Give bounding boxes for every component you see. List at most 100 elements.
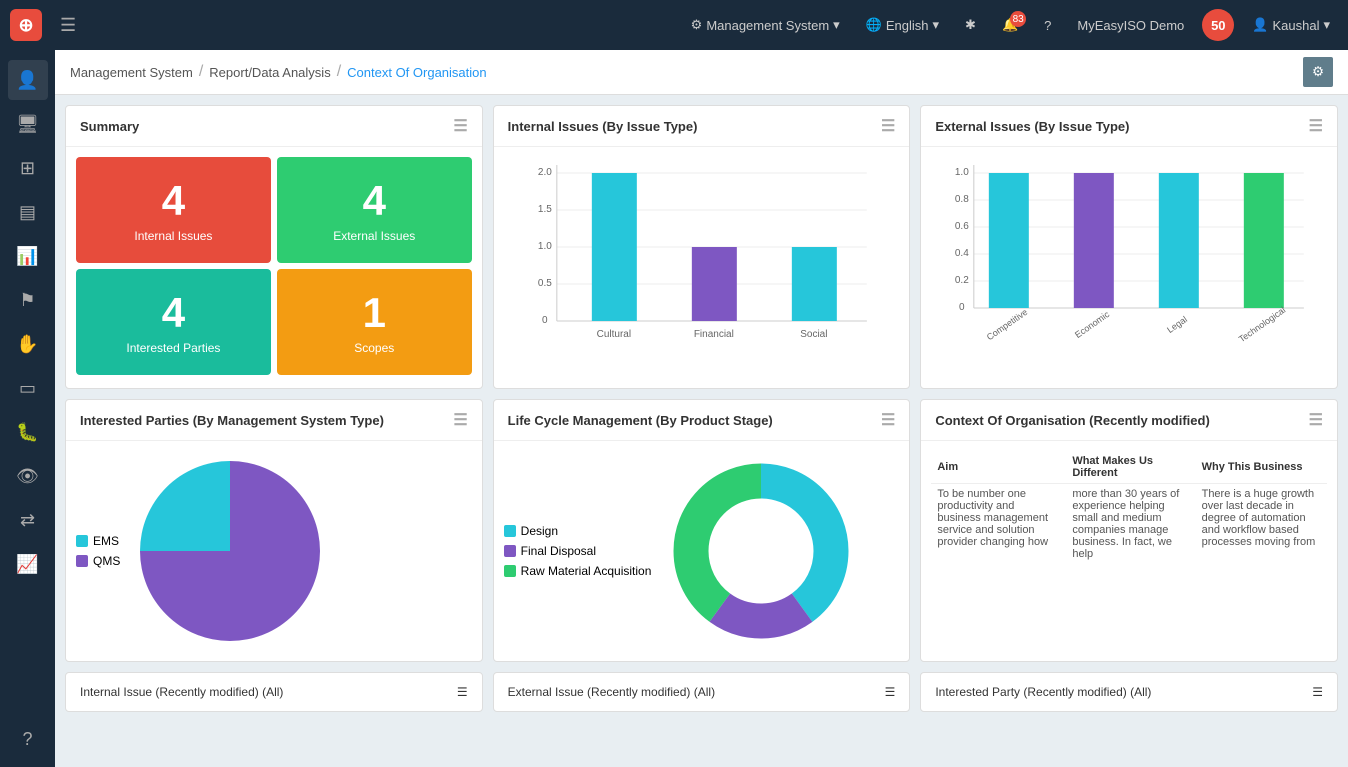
sidebar-icon-card[interactable]: ▤	[8, 192, 48, 232]
summary-card: Summary ☰ 4 Internal Issues 4 External I…	[65, 105, 483, 389]
bar-technological[interactable]	[1244, 173, 1284, 308]
notification-badge: 83	[1010, 11, 1026, 27]
summary-menu[interactable]: ☰	[453, 116, 467, 136]
svg-text:Economic: Economic	[1073, 309, 1112, 340]
external-issues-tile[interactable]: 4 External Issues	[277, 157, 472, 263]
svg-text:Social: Social	[800, 329, 827, 340]
bottom-row: Internal Issue (Recently modified) (All)…	[65, 672, 1338, 712]
scopes-label: Scopes	[354, 341, 394, 355]
svg-text:1.0: 1.0	[955, 167, 969, 178]
lifecycle-menu[interactable]: ☰	[881, 410, 895, 430]
breadcrumb: Management System / Report/Data Analysis…	[55, 50, 1348, 95]
sidebar-icon-tablet[interactable]: ▭	[8, 368, 48, 408]
svg-text:Legal: Legal	[1166, 314, 1190, 335]
interested-parties-menu[interactable]: ☰	[453, 410, 467, 430]
svg-text:0.8: 0.8	[955, 194, 969, 205]
top-nav: ⊕ ☰ ⚙ Management System ▾ 🌐 English ▾ ✱ …	[0, 0, 1348, 50]
context-org-body: Aim What Makes Us Different Why This Bus…	[921, 441, 1337, 574]
connect-icon[interactable]: ✱	[965, 17, 976, 33]
ems-label: EMS	[93, 534, 119, 548]
svg-text:Financial: Financial	[693, 329, 733, 340]
menu-toggle[interactable]: ☰	[60, 15, 76, 36]
sidebar-icon-hierarchy[interactable]: ⊞	[8, 148, 48, 188]
sidebar-icon-person[interactable]: 👤	[8, 60, 48, 100]
bar-competitive[interactable]	[989, 173, 1029, 308]
breadcrumb-section[interactable]: Report/Data Analysis	[209, 65, 330, 80]
donut-chart-svg	[661, 451, 861, 651]
bar-social[interactable]	[791, 247, 836, 321]
internal-issues-card: Internal Issues (By Issue Type) ☰ 2.0 1.…	[493, 105, 911, 389]
sidebar-icon-help[interactable]: ?	[8, 719, 48, 759]
internal-issues-svg: 2.0 1.5 1.0 0.5 0	[502, 155, 902, 375]
legend-raw-material: Raw Material Acquisition	[504, 564, 652, 578]
lifecycle-card: Life Cycle Management (By Product Stage)…	[493, 399, 911, 662]
business-cell: There is a huge growth over last decade …	[1196, 484, 1327, 565]
interested-parties-tile[interactable]: 4 Interested Parties	[76, 269, 271, 375]
sidebar-icon-flag[interactable]: ⚑	[8, 280, 48, 320]
context-org-menu[interactable]: ☰	[1309, 410, 1323, 430]
raw-material-dot	[504, 565, 516, 577]
lifecycle-legend: Design Final Disposal Raw Material Acqui…	[504, 524, 652, 578]
internal-issues-count: 4	[162, 177, 185, 225]
management-system-menu[interactable]: ⚙ Management System ▾	[691, 17, 840, 33]
bar-cultural[interactable]	[591, 173, 636, 321]
sidebar-icon-eye[interactable]: 👁	[8, 456, 48, 496]
internal-issue-recent-card: Internal Issue (Recently modified) (All)…	[65, 672, 483, 712]
aim-cell: To be number one productivity and busine…	[931, 484, 1066, 565]
external-issues-count: 4	[363, 177, 386, 225]
internal-issues-menu[interactable]: ☰	[881, 116, 895, 136]
scopes-tile[interactable]: 1 Scopes	[277, 269, 472, 375]
external-issue-recent-menu[interactable]: ☰	[885, 685, 896, 699]
help-button[interactable]: ?	[1044, 18, 1051, 33]
bar-financial[interactable]	[691, 247, 736, 321]
context-org-title: Context Of Organisation (Recently modifi…	[935, 413, 1209, 428]
interested-party-recent-menu[interactable]: ☰	[1312, 685, 1323, 699]
svg-text:Cultural: Cultural	[596, 329, 630, 340]
external-issue-recent-label: External Issue (Recently modified) (All)	[508, 685, 715, 699]
sidebar-icon-bug[interactable]: 🐛	[8, 412, 48, 452]
sidebar-icon-trend[interactable]: 📈	[8, 544, 48, 584]
user-menu[interactable]: 👤 Kaushal ▾	[1252, 17, 1330, 33]
left-sidebar: 👤 🖥 ⊞ ▤ 📊 ⚑ ✋ ▭ 🐛 👁 ⇄ 📈 ?	[0, 50, 55, 767]
svg-text:0.5: 0.5	[538, 278, 552, 289]
lifecycle-chart: Design Final Disposal Raw Material Acqui…	[494, 441, 910, 661]
main-content: Summary ☰ 4 Internal Issues 4 External I…	[55, 95, 1348, 767]
col-different: What Makes Us Different	[1066, 451, 1195, 484]
internal-issue-recent-menu[interactable]: ☰	[457, 685, 468, 699]
avatar[interactable]: 50	[1202, 9, 1234, 41]
different-cell: more than 30 years of experience helping…	[1066, 484, 1195, 565]
app-logo[interactable]: ⊕	[10, 9, 42, 41]
svg-text:Technological: Technological	[1237, 305, 1287, 344]
interested-parties-count: 4	[162, 289, 185, 337]
sidebar-icon-arrows[interactable]: ⇄	[8, 500, 48, 540]
bar-legal[interactable]	[1159, 173, 1199, 308]
sidebar-icon-chart[interactable]: 📊	[8, 236, 48, 276]
notifications-bell[interactable]: 🔔 83	[1002, 17, 1018, 33]
col-aim: Aim	[931, 451, 1066, 484]
svg-text:0.6: 0.6	[955, 221, 969, 232]
qms-label: QMS	[93, 554, 120, 568]
settings-button[interactable]: ⚙	[1303, 57, 1333, 87]
donut-center	[709, 499, 813, 603]
col-business: Why This Business	[1196, 451, 1327, 484]
breadcrumb-root[interactable]: Management System	[70, 65, 193, 80]
bar-economic[interactable]	[1074, 173, 1114, 308]
breadcrumb-current: Context Of Organisation	[347, 65, 486, 80]
legend-design: Design	[504, 524, 652, 538]
design-label: Design	[521, 524, 558, 538]
svg-text:1.5: 1.5	[538, 204, 552, 215]
scopes-count: 1	[363, 289, 386, 337]
legend-final-disposal: Final Disposal	[504, 544, 652, 558]
qms-dot	[76, 555, 88, 567]
internal-issues-tile[interactable]: 4 Internal Issues	[76, 157, 271, 263]
ems-dot	[76, 535, 88, 547]
pie-ems[interactable]	[140, 461, 230, 551]
svg-text:0.4: 0.4	[955, 248, 969, 259]
sidebar-icon-hand[interactable]: ✋	[8, 324, 48, 364]
interested-parties-chart-title: Interested Parties (By Management System…	[80, 413, 384, 428]
interested-party-recent-card: Interested Party (Recently modified) (Al…	[920, 672, 1338, 712]
language-menu[interactable]: 🌐 English ▾	[866, 17, 939, 33]
sidebar-icon-monitor[interactable]: 🖥	[8, 104, 48, 144]
external-issues-menu[interactable]: ☰	[1309, 116, 1323, 136]
instance-name[interactable]: MyEasyISO Demo	[1077, 18, 1184, 33]
